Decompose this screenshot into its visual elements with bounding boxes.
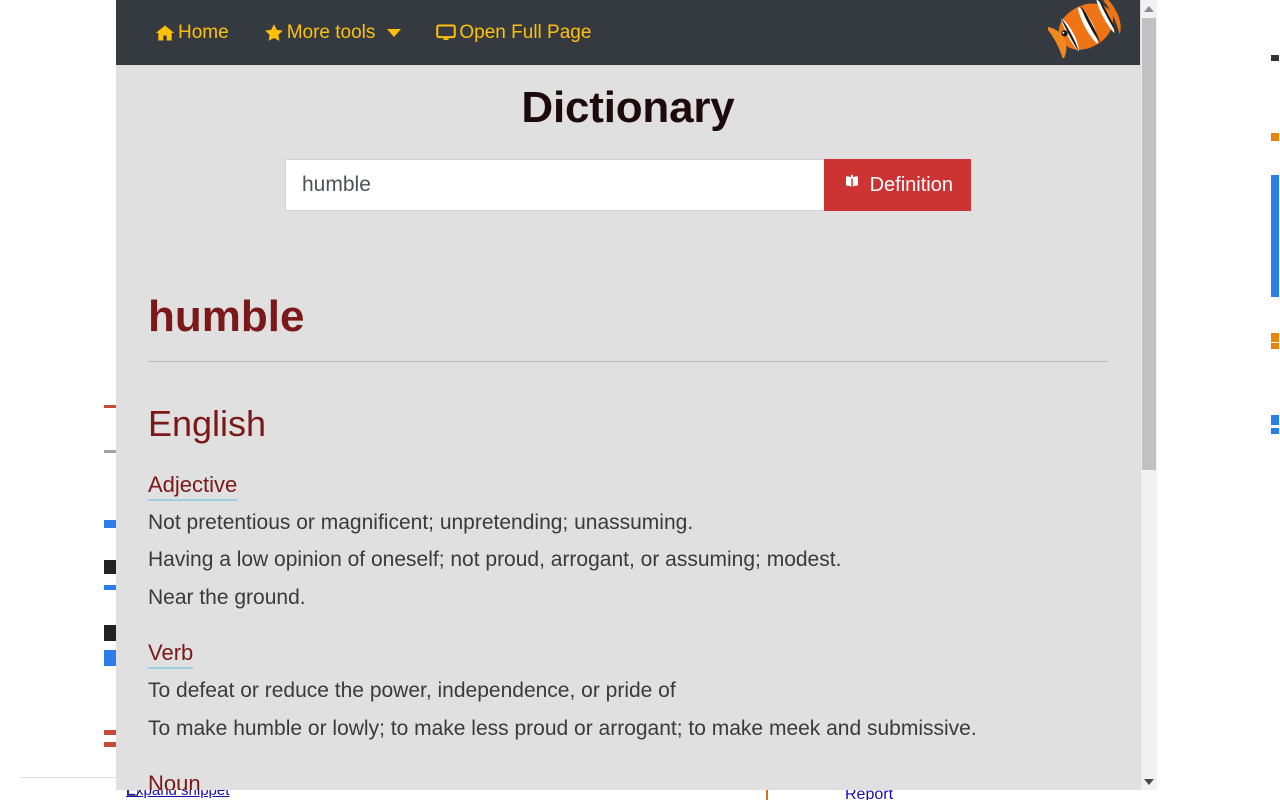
pos-block-verb: Verb To defeat or reduce the power, inde… <box>148 640 1108 745</box>
panel-scrollbar[interactable] <box>1140 0 1157 790</box>
search-group: Definition <box>285 159 971 211</box>
find-marker <box>1271 343 1279 349</box>
find-marker <box>1271 175 1279 297</box>
sense-text: Having a low opinion of oneself; not pro… <box>148 544 1108 576</box>
pos-block-adjective: Adjective Not pretentious or magnificent… <box>148 472 1108 615</box>
bg-text-fragment <box>104 405 116 408</box>
find-marker <box>1271 428 1279 434</box>
navbar: Home More tools Open Full Page <box>116 0 1140 65</box>
search-row: Definition <box>148 159 1108 211</box>
monitor-icon <box>435 23 457 43</box>
definition-button[interactable]: Definition <box>824 159 971 211</box>
bg-text-fragment <box>104 520 116 528</box>
find-marker <box>1271 133 1279 141</box>
panel-content: Dictionary Definition humble <box>116 65 1140 790</box>
nav-item-open-full-page[interactable]: Open Full Page <box>429 22 597 44</box>
sense-text: To make humble or lowly; to make less pr… <box>148 713 1108 745</box>
bg-text-fragment <box>104 625 116 641</box>
dictionary-entry: humble English Adjective Not pretentious… <box>148 293 1108 790</box>
bg-text-fragment <box>104 650 116 666</box>
nav-item-more-tools[interactable]: More tools <box>257 22 408 44</box>
home-icon <box>154 23 176 43</box>
open-book-icon <box>842 173 862 197</box>
nav-item-more-tools-label: More tools <box>287 22 376 44</box>
dictionary-overlay-panel: Home More tools Open Full Page <box>116 0 1140 790</box>
pos-label-noun[interactable]: Noun <box>148 771 201 790</box>
nav-item-open-full-page-label: Open Full Page <box>459 22 591 44</box>
nav-item-home-label: Home <box>178 22 229 44</box>
pos-block-noun: Noun An arrest based on weak evidence in… <box>148 771 1108 790</box>
scrollbar-thumb[interactable] <box>1142 18 1156 470</box>
sense-text: Near the ground. <box>148 582 1108 614</box>
bg-text-fragment <box>104 742 116 747</box>
definition-button-label: Definition <box>870 174 953 197</box>
find-marker <box>1271 333 1279 342</box>
find-in-page-marker-column[interactable] <box>1270 0 1280 800</box>
language-heading: English <box>148 402 1108 445</box>
bg-text-fragment <box>104 560 116 574</box>
search-input[interactable] <box>285 159 824 211</box>
pos-label-adjective[interactable]: Adjective <box>148 472 237 501</box>
nav-item-home[interactable]: Home <box>148 22 235 44</box>
headword: humble <box>148 293 1108 341</box>
underlying-page-left-column <box>0 0 116 800</box>
scroll-down-arrow[interactable] <box>1141 773 1157 790</box>
clownfish-logo <box>1048 0 1122 58</box>
bg-text-fragment <box>104 450 116 453</box>
scroll-up-arrow[interactable] <box>1141 0 1157 17</box>
star-icon <box>263 22 285 43</box>
page-title: Dictionary <box>148 65 1108 133</box>
sense-text: Not pretentious or magnificent; unpreten… <box>148 507 1108 539</box>
bg-text-fragment <box>104 730 116 735</box>
headword-divider <box>148 361 1108 362</box>
underlying-content-sliver <box>104 0 116 800</box>
find-marker <box>1271 55 1279 61</box>
pos-label-verb[interactable]: Verb <box>148 640 193 669</box>
sense-text: To defeat or reduce the power, independe… <box>148 675 1108 707</box>
bg-text-fragment <box>104 585 116 590</box>
chevron-down-icon <box>387 29 401 37</box>
find-marker <box>1271 415 1279 425</box>
